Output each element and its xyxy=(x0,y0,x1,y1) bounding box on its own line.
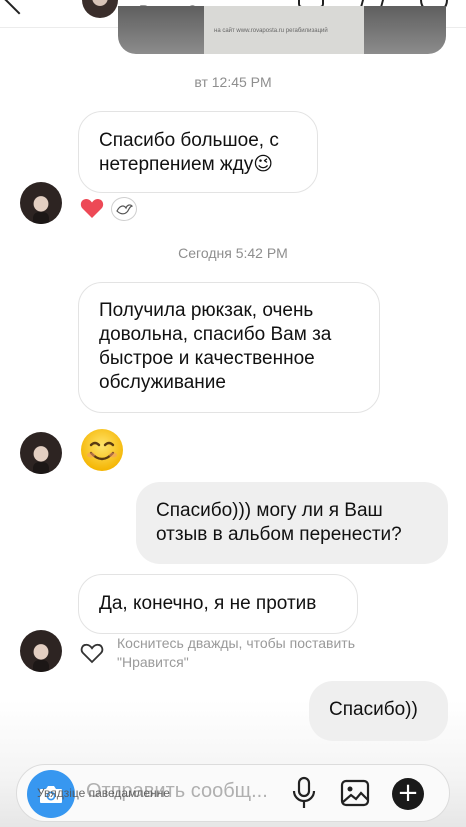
back-arrow-icon[interactable] xyxy=(3,0,35,15)
smiling-face-icon[interactable] xyxy=(80,428,124,472)
message-text: Да, конечно, я не против xyxy=(99,593,317,614)
message-text: Спасибо))) могу ли я Ваш отзыв в альбом … xyxy=(156,500,402,545)
bird-sticker-icon[interactable] xyxy=(111,197,137,221)
timestamp: Сегодня 5:42 PM xyxy=(178,245,288,261)
outgoing-message[interactable]: Спасибо)) xyxy=(309,681,448,741)
outgoing-message[interactable]: Спасибо))) могу ли я Ваш отзыв в альбом … xyxy=(136,482,448,564)
gallery-icon[interactable] xyxy=(340,778,370,808)
incoming-message[interactable]: Получила рюкзак, очень довольна, спасибо… xyxy=(78,282,380,413)
sender-avatar[interactable] xyxy=(20,182,62,224)
contact-avatar[interactable] xyxy=(82,0,118,18)
photo-paper-text: на сайт www.rovaposta.ru регабилизаций xyxy=(214,28,328,34)
shared-photo[interactable]: на сайт www.rovaposta.ru регабилизаций xyxy=(118,6,446,54)
message-text: Спасибо большое, с нетерпением жду😉 xyxy=(99,130,279,175)
microphone-icon[interactable] xyxy=(290,776,318,810)
message-text: Спасибо)) xyxy=(329,699,418,720)
incoming-message[interactable]: Спасибо большое, с нетерпением жду😉 xyxy=(78,111,318,193)
timestamp: вт 12:45 PM xyxy=(194,74,272,90)
heart-outline-icon[interactable] xyxy=(80,642,104,664)
heart-icon[interactable] xyxy=(80,197,104,219)
keyboard-hint-text: Увядзіце паведамленне xyxy=(37,786,170,800)
double-tap-like-hint: Коснитесь дважды, чтобы поставить "Нрави… xyxy=(117,635,356,670)
plus-icon[interactable]: + xyxy=(392,778,424,810)
bird-sticker-glyph xyxy=(116,204,133,215)
sender-avatar[interactable] xyxy=(20,432,62,474)
message-text: Получила рюкзак, очень довольна, спасибо… xyxy=(99,300,332,393)
photo-paper: на сайт www.rovaposta.ru регабилизаций xyxy=(204,6,364,54)
incoming-message[interactable]: Да, конечно, я не против xyxy=(78,574,358,634)
sender-avatar[interactable] xyxy=(20,630,62,672)
